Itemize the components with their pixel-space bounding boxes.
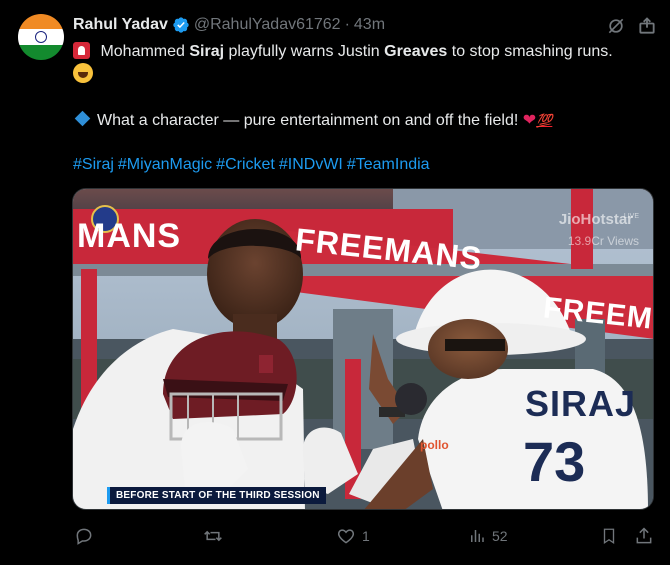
- tweet-text: Mohammed Siraj playfully warns Justin Gr…: [73, 40, 658, 176]
- siren-emoji-icon: [73, 42, 90, 59]
- board-text-left: MANS: [77, 217, 182, 255]
- jiohotstar-watermark: JioHotstar: [558, 211, 633, 228]
- timestamp[interactable]: 43m: [354, 16, 385, 34]
- separator-dot: ·: [344, 16, 350, 33]
- svg-text:pollo: pollo: [420, 438, 449, 452]
- avatar[interactable]: [18, 14, 64, 60]
- repost-icon: [204, 530, 222, 542]
- tweet-header: Rahul Yadav @RahulYadav61762 · 43m: [73, 14, 385, 36]
- grok-icon[interactable]: [605, 15, 627, 37]
- hashtag-line: #Siraj #MiyanMagic #Cricket #INDvWI #TeamInd…: [73, 153, 658, 176]
- session-caption: BEFORE START OF THE THIRD SESSION: [107, 487, 326, 504]
- heart-icon: [337, 529, 355, 544]
- mention-siraj: Siraj: [189, 43, 225, 60]
- mention-greaves: Greaves: [384, 43, 448, 60]
- hashtag-cricket[interactable]: #Cricket: [216, 156, 275, 173]
- live-tag: LIVE: [623, 213, 639, 220]
- tweet-actions: 1 52: [72, 520, 658, 554]
- more-options-icon[interactable]: [636, 15, 658, 37]
- broadcast-views: 13.9Cr Views: [567, 234, 639, 248]
- verified-badge-icon[interactable]: [172, 16, 190, 34]
- share-button[interactable]: [634, 526, 654, 546]
- jersey-name: SIRAJ: [525, 383, 637, 424]
- analytics-icon: [471, 530, 484, 542]
- bookmark-button[interactable]: [600, 526, 618, 546]
- views-button[interactable]: 52: [468, 526, 508, 546]
- repost-button[interactable]: [202, 526, 230, 546]
- hashtag-indvwi[interactable]: #INDvWI: [279, 156, 343, 173]
- hashtag-teamindia[interactable]: #TeamIndia: [347, 156, 430, 173]
- hashtag-miyanmagic[interactable]: #MiyanMagic: [118, 156, 212, 173]
- rofl-emoji-icon: [73, 63, 93, 83]
- tweet-line-1: Mohammed Siraj playfully warns Justin Gr…: [73, 40, 658, 63]
- author-handle[interactable]: @RahulYadav61762: [194, 16, 341, 34]
- blue-diamond-emoji-icon: [74, 110, 91, 127]
- views-count: 52: [492, 528, 508, 544]
- tweet-line-2: [73, 63, 658, 86]
- hashtag-siraj[interactable]: #Siraj: [73, 156, 114, 173]
- share-icon: [636, 527, 652, 544]
- reply-icon: [76, 528, 92, 545]
- author-name[interactable]: Rahul Yadav: [73, 16, 168, 34]
- ashoka-chakra-icon: [35, 30, 47, 43]
- heart-emoji-icon: ❤: [522, 110, 537, 129]
- jersey-number: 73: [523, 430, 586, 493]
- like-count: 1: [362, 528, 370, 544]
- reply-button[interactable]: [74, 526, 100, 546]
- tweet-line-3: What a character — pure entertainment on…: [73, 108, 658, 131]
- hundred-emoji-icon: 💯: [536, 113, 553, 128]
- like-button[interactable]: 1: [336, 526, 370, 546]
- bookmark-icon: [603, 528, 615, 545]
- tweet-card[interactable]: Rahul Yadav @RahulYadav61762 · 43m Moham…: [0, 0, 670, 565]
- tweet-media-image[interactable]: pollo MANS FREEMANS FREEM JioHotstar LIV…: [72, 188, 654, 510]
